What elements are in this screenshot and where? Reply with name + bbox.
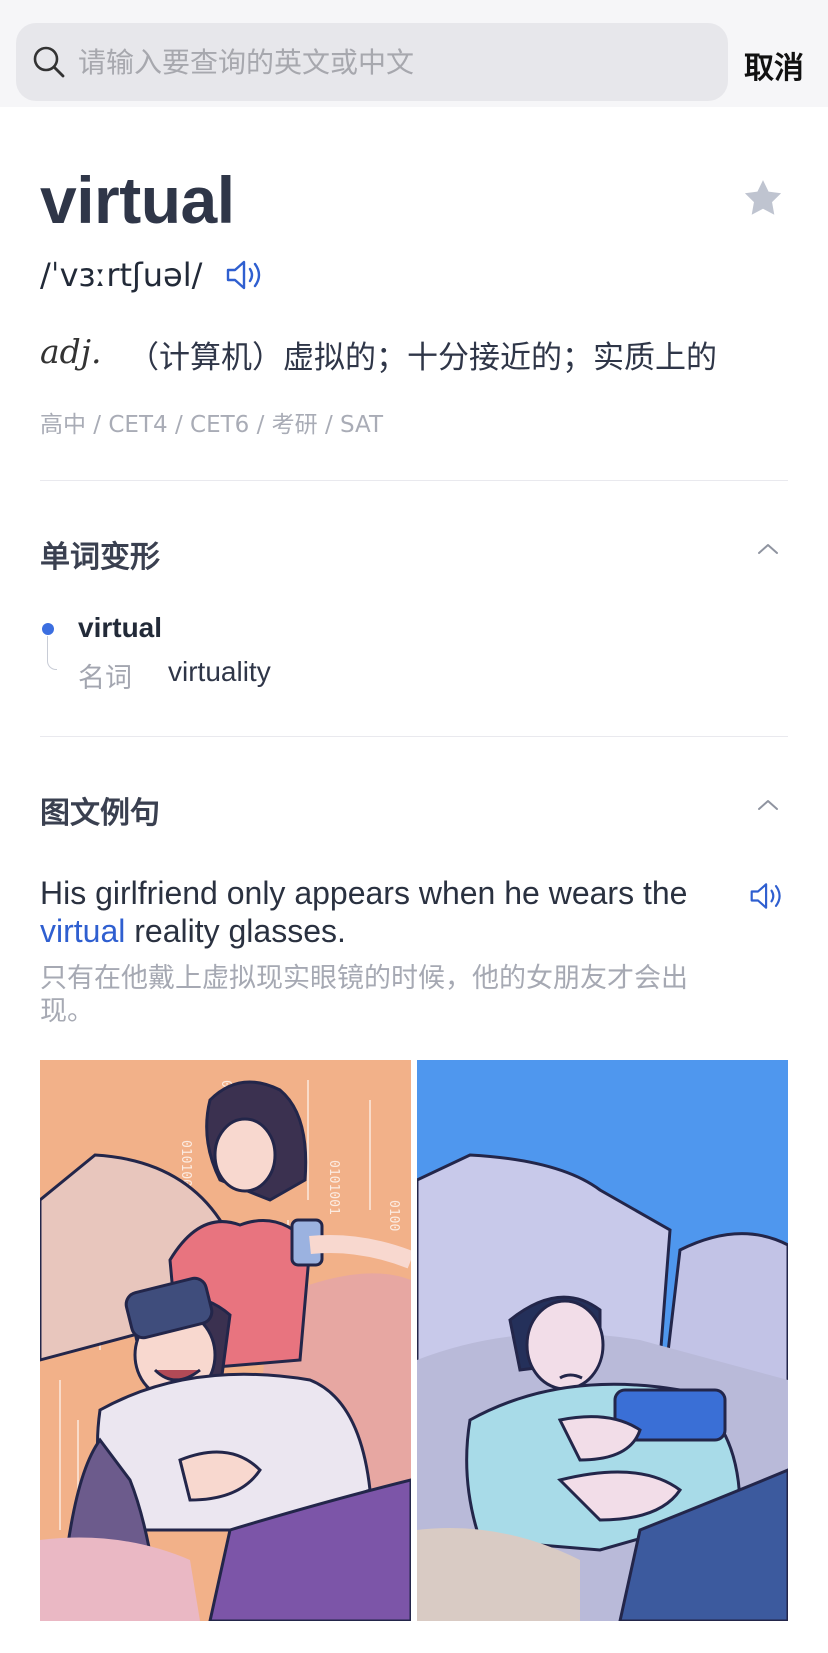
part-of-speech: adj.	[40, 332, 102, 371]
speaker-icon[interactable]	[225, 258, 265, 292]
chevron-up-icon[interactable]	[757, 798, 779, 812]
definition: （计算机）虚拟的；十分接近的；实质上的	[128, 340, 717, 376]
example-sentence: His girlfriend only appears when he wear…	[40, 874, 690, 950]
search-icon	[33, 46, 65, 78]
form-type-label: 名词	[78, 663, 132, 694]
cancel-button[interactable]: 取消	[744, 43, 804, 87]
divider	[40, 736, 788, 737]
star-icon[interactable]	[742, 178, 784, 218]
headword: virtual	[40, 163, 235, 237]
search-input[interactable]	[78, 45, 678, 79]
examples-title: 图文例句	[40, 796, 160, 831]
example-translation: 只有在他戴上虚拟现实眼镜的时候，他的女朋友才会出现。	[40, 963, 688, 1027]
example-text-before: His girlfriend only appears when he wear…	[40, 875, 688, 911]
base-form: virtual	[78, 612, 163, 643]
timeline-line	[47, 636, 57, 670]
dream-panel: 0101100 01010010 0101001 0100	[40, 1060, 411, 1621]
example-illustration: 0101100 01010010 0101001 0100	[40, 1060, 788, 1621]
search-bar: 取消	[0, 0, 828, 107]
example-text-after: reality glasses.	[125, 913, 346, 949]
reality-panel	[417, 1060, 788, 1621]
svg-text:0101001: 0101001	[326, 1160, 341, 1215]
timeline-dot	[42, 623, 54, 635]
svg-text:0100: 0100	[386, 1200, 401, 1231]
chevron-up-icon[interactable]	[757, 542, 779, 556]
search-field[interactable]	[16, 23, 728, 101]
divider	[40, 480, 788, 481]
speaker-icon[interactable]	[749, 880, 785, 912]
form-value[interactable]: virtuality	[168, 656, 271, 688]
phonetic: /ˈvɜːrtʃuəl/	[40, 256, 203, 294]
example-highlight: virtual	[40, 913, 126, 949]
exam-tags: 高中 / CET4 / CET6 / 考研 / SAT	[40, 412, 384, 438]
word-forms-title: 单词变形	[40, 540, 160, 575]
